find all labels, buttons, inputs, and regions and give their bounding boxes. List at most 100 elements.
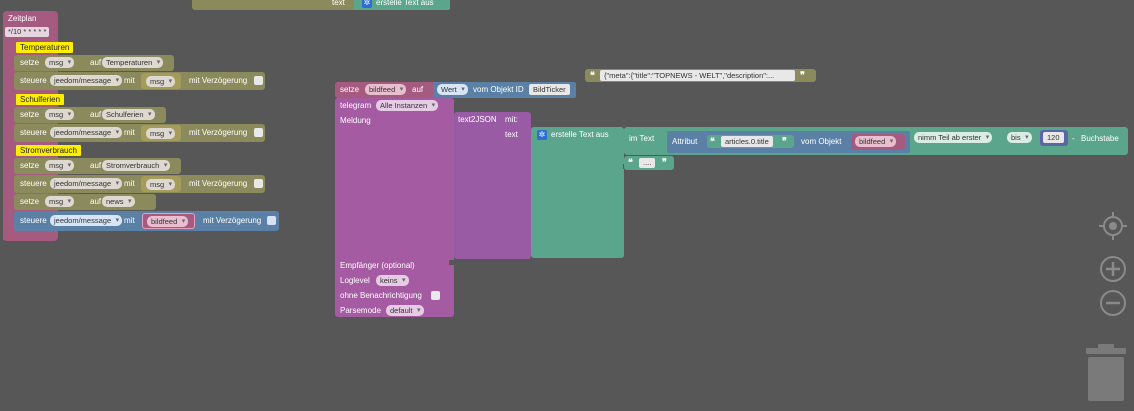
value-dropdown[interactable]: news [102,196,135,207]
var-getter[interactable]: msg [141,125,181,141]
control-label: steuere [20,216,47,225]
gear-icon[interactable]: ✲ [537,130,547,140]
create-text-label: erstelle Text aus [376,0,434,7]
var-getter-dropdown[interactable]: bildfeed [147,216,189,227]
with-label: mit [124,76,135,85]
value-from-object-block[interactable]: Wert vom Objekt ID BildTicker [433,82,576,98]
state-dropdown[interactable]: jeedom/message [50,178,123,189]
state-dropdown[interactable]: jeedom/message [50,75,123,86]
quote-open-icon: ❝ [710,136,715,146]
quote-open-icon: ❝ [590,70,595,80]
text2json-block[interactable]: text2JSON mit: text [454,112,531,259]
set-block[interactable]: setze msg auf Schulferien [14,107,166,123]
var-getter-dropdown[interactable]: msg [146,179,176,190]
parsemode-dropdown[interactable]: default [386,305,424,316]
section-label-schulferien[interactable]: Schulferien [16,94,65,105]
state-dropdown[interactable]: jeedom/message [50,215,123,226]
var-dropdown[interactable]: msg [45,109,75,120]
value-dropdown[interactable]: Schulferien [102,109,155,120]
create-text-block[interactable]: ✲ erstelle Text aus [531,127,624,258]
var-getter-dropdown[interactable]: msg [146,128,176,139]
zoom-in-icon[interactable] [1099,255,1127,283]
value-dropdown[interactable]: Temperaturen [102,57,164,68]
control-label: steuere [20,179,47,188]
recenter-icon[interactable] [1099,212,1127,240]
control-block-selected[interactable]: steuere jeedom/message mit bildfeed mit … [14,211,279,231]
var-dropdown[interactable]: msg [45,196,75,207]
parsemode-label: Parsemode [340,306,381,315]
to-label: auf [412,85,424,94]
section-label-temperaturen[interactable]: Temperaturen [16,42,74,53]
set-bildfeed-block[interactable]: setze bildfeed auf Wert vom Objekt ID Bi… [335,82,576,98]
number-field[interactable]: 120 [1043,132,1064,143]
attribute-block[interactable]: Attribut ❝ articles.0.title ❞ vom Objekt… [667,131,910,153]
schedule-title: Zeitplan [8,14,37,23]
top-fragment-block[interactable]: text ✲ erstelle Text aus [192,0,450,10]
control-block[interactable]: steuere jeedom/message mit msg mit Verzö… [14,175,265,193]
silent-label: ohne Benachrichtigung [340,291,422,300]
var-getter[interactable]: bildfeed [142,213,195,229]
var-getter-dropdown[interactable]: msg [146,76,176,87]
minus-label: - [1072,134,1075,143]
attribute-value[interactable]: articles.0.title [721,136,773,147]
trash-icon[interactable] [1086,342,1126,402]
telegram-block[interactable]: telegram Alle Instanzen Meldung Empfänge… [335,98,454,317]
cron-field[interactable]: */10 * * * * * [5,27,50,37]
value-dropdown[interactable]: Wert [437,84,468,95]
letter-label: Buchstabe [1081,134,1119,143]
end-mode-dropdown[interactable]: bis [1007,132,1032,143]
attribute-label: Attribut [672,137,698,146]
json-preview-text[interactable]: {"meta":{"title":"TOPNEWS - WELT","descr… [600,70,795,81]
delay-checkbox[interactable] [254,76,263,85]
attribute-string-block[interactable]: ❝ articles.0.title ❞ [707,135,794,148]
create-text-block[interactable]: ✲ erstelle Text aus [354,0,450,10]
value-dropdown[interactable]: Stromverbrauch [102,160,171,171]
quote-close-icon: ❞ [782,136,787,146]
set-news-block[interactable]: setze msg auf news [14,194,156,210]
var-dropdown[interactable]: bildfeed [365,84,407,95]
to-label: auf [90,161,102,170]
with-label: mit: [505,115,518,124]
set-block[interactable]: setze msg auf Temperaturen [14,55,174,71]
delay-checkbox[interactable] [267,216,276,225]
dots-string-block[interactable]: ❝ .... ❞ [624,156,674,170]
substring-block[interactable]: im Text Attribut ❝ articles.0.title ❞ vo… [624,127,1128,155]
var-getter[interactable]: msg [141,73,181,89]
gear-icon[interactable]: ✲ [362,0,372,8]
instance-dropdown[interactable]: Alle Instanzen [376,100,439,111]
section-label-stromverbrauch[interactable]: Stromverbrauch [16,145,81,156]
substring-mode-dropdown[interactable]: nimm Teil ab erster [914,132,993,143]
with-label: mit [124,179,135,188]
var-dropdown[interactable]: msg [45,57,75,68]
delay-label: mit Verzögerung [189,179,248,188]
control-block[interactable]: steuere jeedom/message mit msg mit Verzö… [14,124,265,142]
schedule-corner [3,236,11,240]
var-getter-dropdown[interactable]: bildfeed [855,136,897,147]
set-block[interactable]: setze msg auf Stromverbrauch [14,158,181,174]
json-preview-block[interactable]: ❝ {"meta":{"title":"TOPNEWS - WELT","des… [585,69,816,82]
from-object-label: vom Objekt ID [473,85,524,94]
set-label: setze [20,110,40,119]
text2json-label: text2JSON [458,115,497,124]
zoom-out-icon[interactable] [1099,289,1127,317]
loglevel-dropdown[interactable]: keins [376,275,409,286]
set-label: setze [20,197,40,206]
delay-checkbox[interactable] [254,128,263,137]
delay-checkbox[interactable] [254,179,263,188]
to-label: auf [90,197,102,206]
var-dropdown[interactable]: msg [45,160,75,171]
set-label: setze [20,58,40,67]
number-block[interactable]: 120 [1040,130,1068,146]
var-getter[interactable]: msg [141,176,181,192]
object-id-field[interactable]: BildTicker [529,84,570,95]
dots-value[interactable]: .... [639,158,656,168]
state-dropdown[interactable]: jeedom/message [50,127,123,138]
quote-close-icon: ❞ [662,157,667,167]
var-getter[interactable]: bildfeed [851,134,905,150]
loglevel-label: Loglevel [340,276,370,285]
control-block[interactable]: steuere jeedom/message mit msg mit Verzö… [14,72,265,90]
delay-label: mit Verzögerung [203,216,262,225]
with-label: mit [124,128,135,137]
silent-checkbox[interactable] [431,291,440,300]
to-label: auf [90,58,102,67]
